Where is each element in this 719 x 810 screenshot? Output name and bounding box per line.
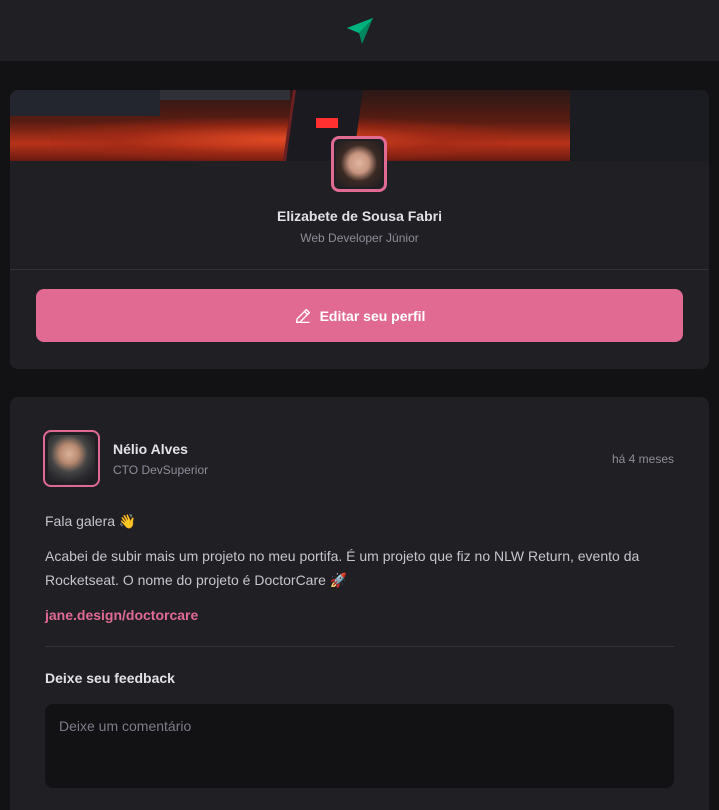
comment-input[interactable] [45, 704, 674, 788]
post-body: Acabei de subir mais um projeto no meu p… [45, 548, 640, 588]
profile-sidebar: Elizabete de Sousa Fabri Web Developer J… [10, 90, 709, 369]
divider [45, 646, 674, 647]
post-greeting: Fala galera 👋 [45, 513, 137, 529]
feedback-title: Deixe seu feedback [45, 670, 175, 686]
post-timestamp: há 4 meses [611, 452, 674, 466]
post: Nélio Alves CTO DevSuperior há 4 meses F… [10, 397, 709, 810]
post-link[interactable]: jane.design/doctorcare [45, 607, 198, 623]
post-author-role: CTO DevSuperior [113, 463, 209, 477]
post-content: Fala galera 👋 Acabei de subir mais um pr… [45, 509, 675, 638]
post-author-avatar[interactable] [43, 430, 100, 487]
pencil-icon [295, 308, 310, 323]
edit-profile-label: Editar seu perfil [319, 307, 426, 324]
post-author-name: Nélio Alves [113, 441, 188, 457]
profile-name: Elizabete de Sousa Fabri [277, 208, 442, 224]
app-header [0, 0, 719, 61]
avatar [331, 136, 387, 192]
ignite-logo-icon[interactable] [345, 16, 375, 46]
edit-profile-button[interactable]: Editar seu perfil [36, 289, 683, 342]
profile-role: Web Developer Júnior [300, 231, 419, 245]
divider [10, 269, 709, 270]
